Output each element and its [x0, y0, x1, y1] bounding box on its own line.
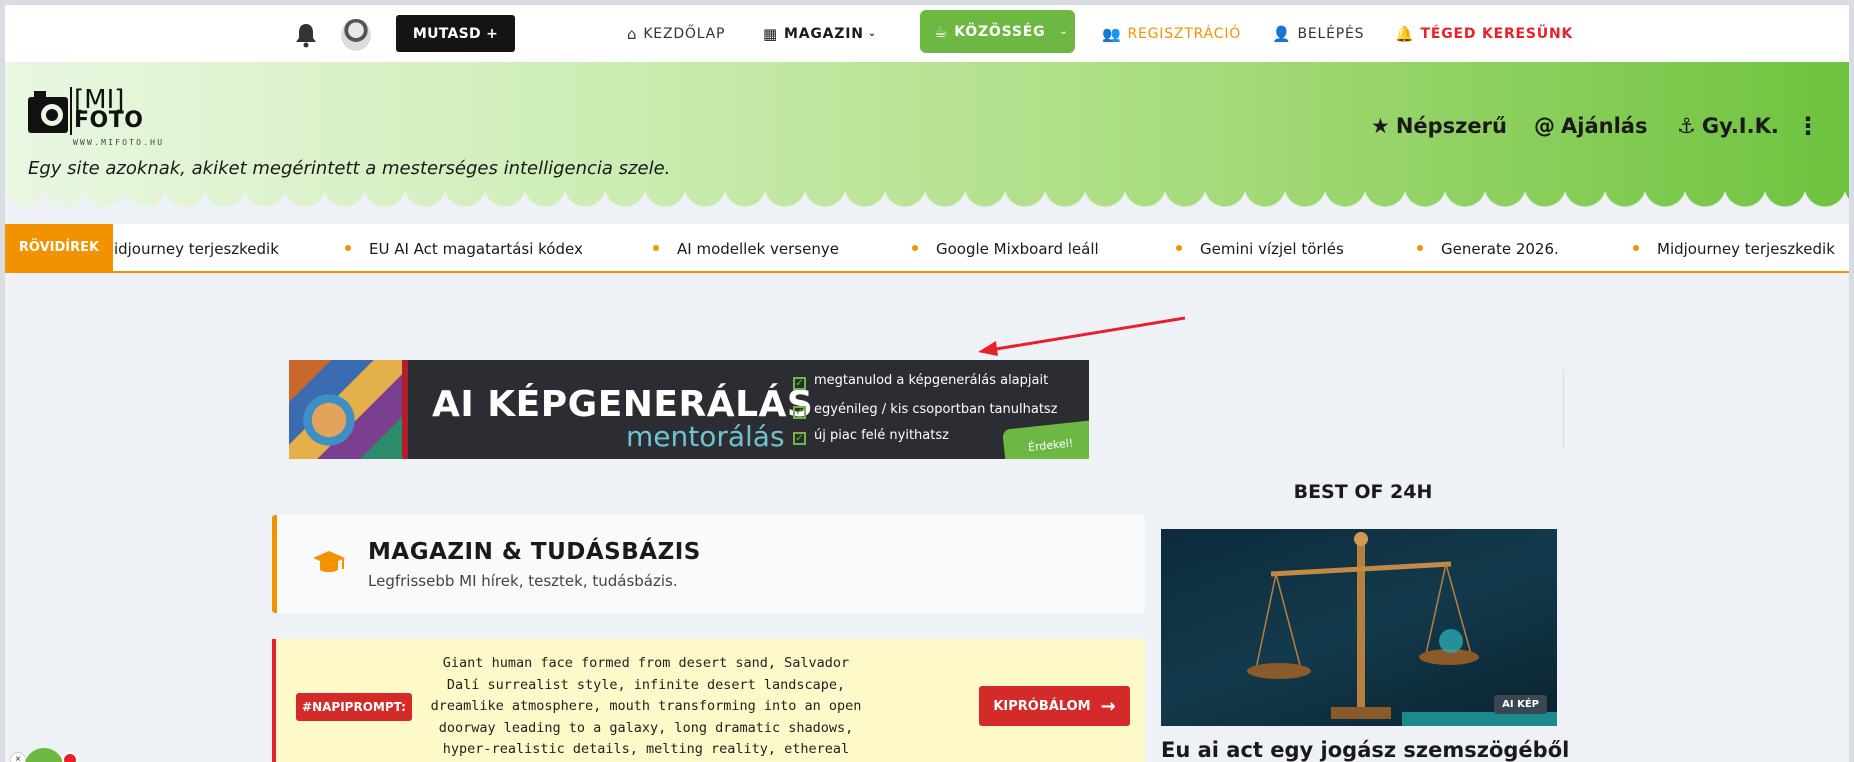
banner-bullet: ✓ egyénileg / kis csoportban tanulhatsz	[793, 402, 1058, 419]
logo-url-text: WWW.MIFOTO.HU	[73, 138, 165, 147]
justice-scale-image	[1247, 532, 1479, 719]
bullet-dot	[1633, 244, 1639, 251]
close-icon[interactable]: ×	[10, 752, 26, 762]
nav-wanted-label: TÉGED KERESÜNK	[1420, 25, 1574, 42]
nav-register-link[interactable]: 👥 REGISZTRÁCIÓ	[1102, 5, 1241, 62]
news-ticker: RÖVIDÍREK Midjourney terjeszkedik EU AI …	[5, 224, 1849, 273]
ticker-item-text: AI modellek versenye	[677, 240, 839, 258]
ticker-item-text: Generate 2026.	[1441, 240, 1559, 258]
nav-community-label: KÖZÖSSÉG	[954, 23, 1046, 40]
ticker-item-text: Google Mixboard leáll	[936, 240, 1099, 258]
vertical-divider	[1563, 370, 1564, 449]
nav-community-button[interactable]: ☕ KÖZÖSSÉG ⌄	[920, 10, 1075, 53]
logo-foto-text: FOTO	[74, 108, 144, 133]
header-popular-link[interactable]: ★ Népszerű	[1371, 114, 1507, 138]
bestof-title: BEST OF 24H	[1293, 481, 1433, 503]
newspaper-icon: ▦	[763, 24, 778, 43]
banner-stripe	[402, 360, 408, 459]
users-icon: 👥	[1102, 24, 1122, 43]
annotation-arrow-icon	[978, 316, 1186, 356]
bullet-dot	[653, 244, 659, 251]
teal-accent	[1402, 712, 1557, 726]
header-faq-link[interactable]: ⚓ Gy.I.K.	[1677, 114, 1779, 138]
magazin-subtitle: Legfrissebb MI hírek, tesztek, tudásbázi…	[368, 572, 678, 590]
site-tagline: Egy site azoknak, akiket megérintett a m…	[28, 158, 671, 179]
show-button[interactable]: MUTASD +	[396, 15, 515, 52]
at-icon: @	[1534, 114, 1555, 138]
bell-icon: 🔔	[1395, 24, 1415, 43]
header-recommend-link[interactable]: @ Ajánlás	[1534, 114, 1647, 138]
nav-wanted-link[interactable]: 🔔 TÉGED KERESÜNK	[1395, 5, 1573, 62]
ticker-label: RÖVIDÍREK	[5, 224, 113, 271]
checkbox-icon: ✓	[793, 406, 806, 419]
try-prompt-label: KIPRÓBÁLOM	[993, 698, 1091, 714]
user-avatar[interactable]	[341, 19, 371, 51]
more-menu-icon[interactable]: ⋮	[1796, 112, 1820, 140]
bestof-headline-link[interactable]: Eu ai act egy jogász szemszögéből	[1161, 738, 1569, 762]
header-wave-divider	[5, 192, 1849, 214]
banner-bullet-text: új piac felé nyithatsz	[814, 428, 949, 443]
header-faq-label: Gy.I.K.	[1701, 114, 1779, 138]
graduation-cap-icon	[313, 551, 345, 572]
site-header	[5, 62, 1849, 214]
chevron-down-icon: ⌄	[867, 28, 877, 39]
daily-prompt-box: #NAPIPROMPT: Giant human face formed fro…	[272, 639, 1145, 762]
magazin-section-header: MAGAZIN & TUDÁSBÁZIS Legfrissebb MI híre…	[272, 515, 1145, 613]
try-prompt-button[interactable]: KIPRÓBÁLOM →	[979, 686, 1130, 726]
top-navigation: MUTASD + ⌂ KEZDŐLAP ▦ MAGAZIN ⌄ ☕ KÖZÖSS…	[5, 5, 1849, 62]
checkbox-icon: ✓	[793, 432, 806, 445]
nav-magazin-label: MAGAZIN	[783, 25, 864, 42]
bell-icon[interactable]	[294, 22, 318, 48]
bullet-dot	[345, 244, 351, 251]
ticker-item-text: Midjourney terjeszkedik	[1657, 240, 1835, 258]
bullet-dot	[912, 244, 918, 251]
ticker-item[interactable]: Gemini vízjel törlés	[1176, 240, 1344, 258]
magazin-title: MAGAZIN & TUDÁSBÁZIS	[368, 539, 701, 565]
header-recommend-label: Ajánlás	[1561, 114, 1648, 138]
nav-register-label: REGISZTRÁCIÓ	[1127, 25, 1242, 42]
mentoring-banner[interactable]: AI KÉPGENERÁLÁS mentorálás ✓ megtanulod a…	[289, 360, 1089, 459]
daily-prompt-text: Giant human face formed from desert sand…	[430, 655, 862, 757]
banner-cta-button[interactable]: Érdekel!	[1002, 420, 1089, 459]
ticker-item-text: Gemini vízjel törlés	[1200, 240, 1344, 258]
ai-image-badge: AI KÉP	[1494, 695, 1547, 714]
ticker-item-text: Midjourney terjeszkedik	[101, 240, 279, 258]
banner-subtitle: mentorálás	[626, 420, 785, 453]
notification-badge	[62, 752, 78, 762]
checkbox-icon: ✓	[793, 377, 806, 390]
nav-home-link[interactable]: ⌂ KEZDŐLAP	[627, 5, 725, 62]
header-popular-label: Népszerű	[1395, 114, 1507, 138]
nav-home-label: KEZDŐLAP	[643, 25, 726, 42]
ai-art-collage-image	[289, 360, 402, 459]
bestof-article-image[interactable]: AI KÉP	[1161, 529, 1557, 726]
nav-magazin-link[interactable]: ▦ MAGAZIN ⌄	[763, 5, 883, 62]
ticker-item[interactable]: Midjourney terjeszkedik	[101, 240, 279, 258]
coffee-icon: ☕	[934, 22, 949, 41]
bullet-dot	[1417, 244, 1423, 251]
banner-bullet-text: egyénileg / kis csoportban tanulhatsz	[814, 402, 1058, 417]
nav-login-link[interactable]: 👤 BELÉPÉS	[1272, 5, 1364, 62]
ticker-item-text: EU AI Act magatartási kódex	[369, 240, 583, 258]
arrow-right-icon: →	[1100, 695, 1116, 717]
ticker-item[interactable]: EU AI Act magatartási kódex	[345, 240, 583, 258]
banner-bullet: ✓ megtanulod a képgenerálás alapjait	[793, 373, 1048, 390]
daily-prompt-tag: #NAPIPROMPT:	[296, 693, 412, 721]
ticker-item[interactable]: Generate 2026.	[1417, 240, 1559, 258]
user-icon: 👤	[1272, 24, 1292, 43]
ticker-item[interactable]: AI modellek versenye	[653, 240, 839, 258]
banner-title: AI KÉPGENERÁLÁS	[432, 384, 814, 425]
anchor-icon: ⚓	[1677, 114, 1696, 138]
banner-bullet: ✓ új piac felé nyithatsz	[793, 428, 949, 445]
nav-login-label: BELÉPÉS	[1297, 25, 1365, 42]
chevron-down-icon: ⌄	[1059, 26, 1069, 37]
bullet-dot	[1176, 244, 1182, 251]
chat-widget-icon[interactable]	[24, 748, 64, 762]
banner-bullet-text: megtanulod a képgenerálás alapjait	[814, 373, 1049, 388]
ticker-item[interactable]: Midjourney terjeszkedik	[1633, 240, 1835, 258]
camera-logo-icon[interactable]	[26, 85, 72, 137]
ticker-item[interactable]: Google Mixboard leáll	[912, 240, 1099, 258]
star-icon: ★	[1371, 114, 1390, 138]
home-icon: ⌂	[627, 24, 638, 43]
